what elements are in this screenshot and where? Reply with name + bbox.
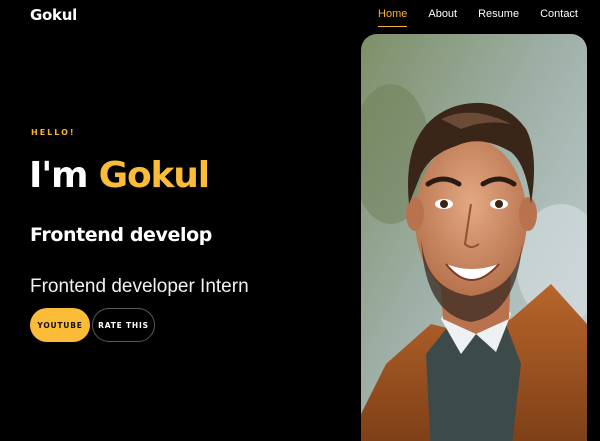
nav-resume[interactable]: Resume: [478, 8, 519, 24]
nav-contact[interactable]: Contact: [540, 8, 578, 24]
site-logo[interactable]: Gokul: [30, 6, 77, 24]
portrait-photo: [361, 34, 587, 441]
portrait-illustration: [361, 34, 587, 441]
nav-home[interactable]: Home: [378, 8, 408, 27]
hero-name: Gokul: [98, 155, 210, 196]
rate-this-button[interactable]: RATE THIS: [92, 308, 155, 342]
typed-text: Frontend develop: [30, 224, 212, 246]
hero-eyebrow: HELLO!: [31, 128, 76, 137]
main-nav: Home About Resume Contact: [357, 8, 578, 27]
youtube-button[interactable]: YOUTUBE: [30, 308, 90, 342]
hero-headline: I'm Gokul: [29, 155, 210, 197]
hero-greeting: I'm: [29, 155, 89, 196]
hero-role: Frontend developer Intern: [30, 276, 249, 297]
nav-about[interactable]: About: [428, 8, 457, 24]
